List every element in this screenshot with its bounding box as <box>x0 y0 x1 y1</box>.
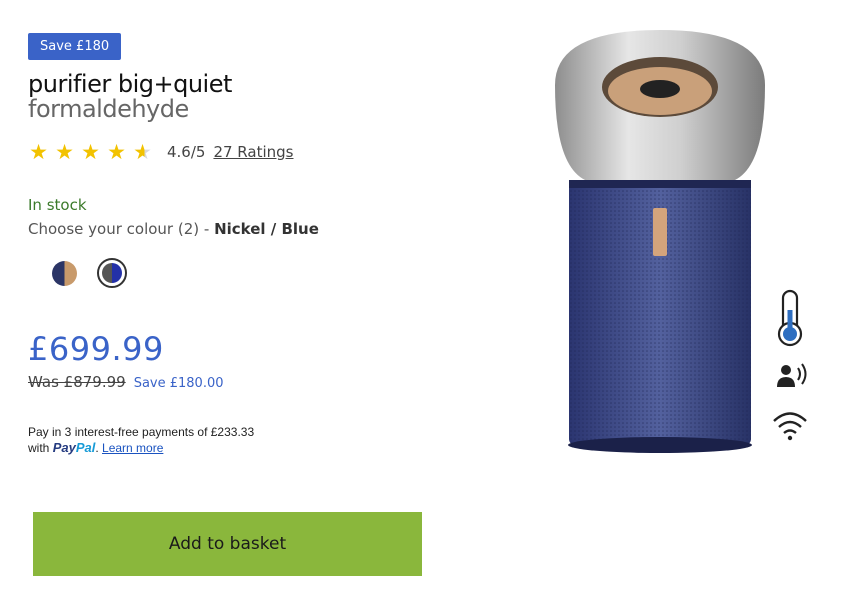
rating-row: ★ ★ ★ ★ ★ 4.6/5 27 Ratings <box>28 138 293 166</box>
paypal-line2: with PayPal. Learn more <box>28 440 164 455</box>
add-to-basket-button[interactable]: Add to basket <box>33 512 422 576</box>
paypal-learn-more-link[interactable]: Learn more <box>102 441 163 455</box>
product-title-line1: purifier big+quiet <box>28 70 232 98</box>
swatch-prussian-blue-copper[interactable] <box>52 260 77 286</box>
feature-icons <box>773 289 807 441</box>
save-badge: Save £180 <box>28 33 122 60</box>
star-icon: ★ <box>29 140 48 164</box>
star-icon: ★ <box>81 140 100 164</box>
star-icon: ★ <box>55 140 74 164</box>
paypal-logo-pal: Pal <box>75 440 96 455</box>
rating-value: 4.6/5 <box>167 143 206 161</box>
colour-row: Choose your colour (2) - Nickel / Blue <box>28 220 319 238</box>
wifi-icon <box>773 412 807 441</box>
product-image <box>555 30 765 453</box>
save-amount: Save £180.00 <box>133 376 224 391</box>
was-price-row: Was £879.99 Save £180.00 <box>28 373 224 391</box>
paypal-message: Pay in 3 interest-free payments of £233.… <box>28 424 254 456</box>
rating-stars: ★ ★ ★ ★ ★ <box>28 138 153 166</box>
colour-prompt: Choose your colour (2) - <box>28 220 210 238</box>
product-title-line2: formaldehyde <box>28 95 189 124</box>
half-star-icon: ★ <box>133 140 152 164</box>
thermometer-icon <box>777 289 803 347</box>
stock-status: In stock <box>28 196 87 214</box>
colour-swatches <box>50 258 127 288</box>
price: £699.99 <box>28 330 164 368</box>
star-icon: ★ <box>107 140 126 164</box>
product-title: purifier big+quiet formaldehyde <box>28 70 232 124</box>
swatch-nickel-blue[interactable] <box>97 258 127 288</box>
was-price: Was £879.99 <box>28 373 126 391</box>
swatch-nickel-blue-fill <box>102 263 122 283</box>
voice-control-icon <box>777 363 807 387</box>
paypal-line1: Pay in 3 interest-free payments of £233.… <box>28 425 255 439</box>
paypal-logo: PayPal <box>53 440 96 455</box>
ratings-link[interactable]: 27 Ratings <box>213 138 293 166</box>
paypal-with: with <box>28 441 50 455</box>
selected-colour: Nickel / Blue <box>214 220 319 238</box>
paypal-logo-pay: Pay <box>52 440 76 455</box>
